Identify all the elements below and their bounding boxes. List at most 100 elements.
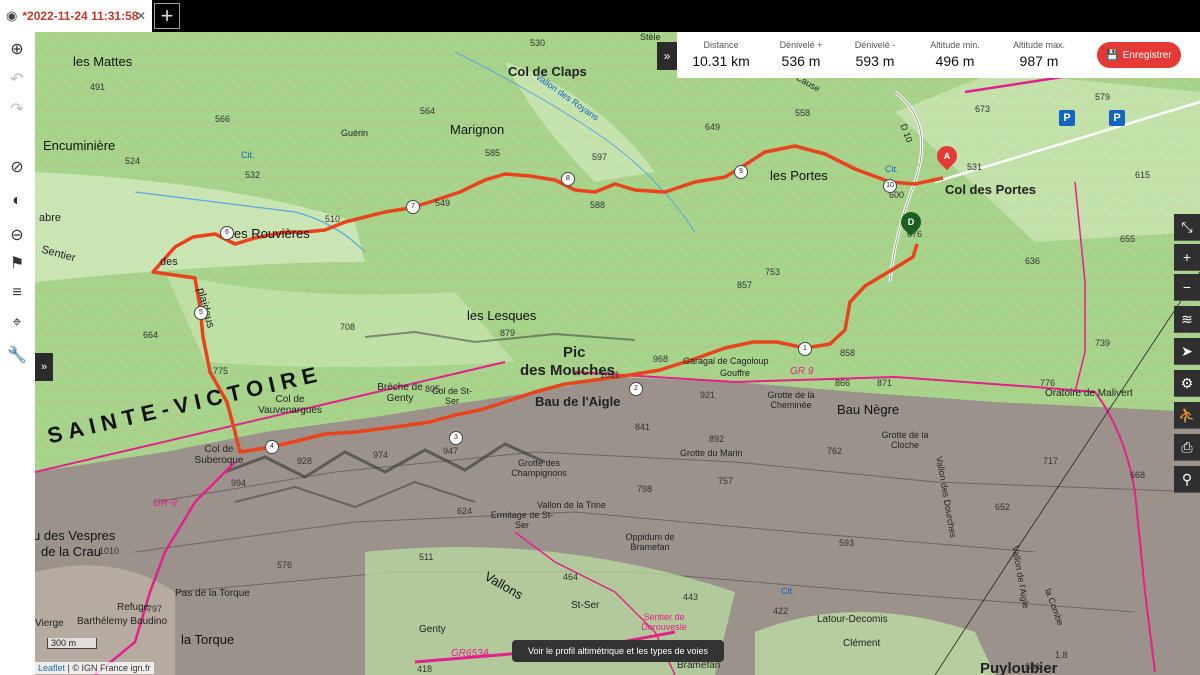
waypoint-marker[interactable]: 10 <box>883 179 897 193</box>
map-label: Guérin <box>341 128 369 138</box>
new-tab-button[interactable]: + <box>154 3 180 29</box>
expand-panel-button[interactable]: » <box>35 353 53 381</box>
collapse-stats-button[interactable]: » <box>657 42 677 70</box>
elevation-label: 652 <box>995 502 1011 512</box>
waypoint-marker[interactable]: 9 <box>734 165 748 179</box>
route-icon[interactable]: ⚑ <box>4 250 30 276</box>
map-label: Stèle <box>640 32 661 42</box>
elevation-label: 841 <box>635 422 651 432</box>
map-label: Cit. <box>885 164 899 174</box>
fullscreen-icon[interactable]: ⤡ <box>1174 214 1200 241</box>
map-view[interactable]: les Mattes Encuminière Marignon Col de C… <box>35 32 1200 675</box>
search-icon[interactable]: ⚲ <box>1174 466 1200 493</box>
map-attribution: Leaflet | © IGN France ign.fr <box>35 662 154 674</box>
elevation-profile-button[interactable]: Voir le profil altimétrique et les types… <box>512 640 724 662</box>
elevation-label: 753 <box>765 267 781 277</box>
stat-distance: Distance 10.31 km <box>692 40 750 69</box>
hide-icon[interactable]: ⊖ <box>4 222 30 248</box>
map-label: Pic <box>563 344 586 361</box>
document-tab[interactable]: ◉ *2022-11-24 11:31:58 ✕ <box>0 0 152 32</box>
waypoint-marker[interactable]: 3 <box>449 431 463 445</box>
stat-descent: Dénivelé -593 m <box>854 40 896 69</box>
elevation-label: 655 <box>1120 234 1136 244</box>
map-label: GR653A <box>451 648 490 659</box>
zoom-icon[interactable]: ⊕ <box>4 36 30 62</box>
elevation-label: 549 <box>435 198 451 208</box>
waypoint-marker[interactable]: 8 <box>561 172 575 186</box>
map-label: u des Vespres <box>35 528 116 543</box>
elevation-label: 797 <box>147 604 163 614</box>
elevation-label: 858 <box>840 348 856 358</box>
undo-icon[interactable]: ↶ <box>4 66 30 92</box>
locate-icon[interactable]: ➤ <box>1174 338 1200 365</box>
map-label: Puyloubier <box>980 660 1058 675</box>
elevation-label: 558 <box>795 108 811 118</box>
elevation-label: 668 <box>1130 470 1146 480</box>
map-label: Latour-Decomis <box>817 614 888 625</box>
elevation-label: 879 <box>500 328 516 338</box>
zoom-out-icon[interactable]: − <box>1174 274 1200 301</box>
map-label: les Rouvières <box>231 226 310 241</box>
eye-icon: ◉ <box>6 8 18 23</box>
wrench-icon[interactable]: 🔧 <box>4 342 30 368</box>
map-label: Vierge <box>35 618 64 629</box>
ign-attribution[interactable]: © IGN France ign.fr <box>72 663 150 673</box>
waypoint-marker[interactable]: 6 <box>220 226 234 240</box>
menu-icon[interactable]: ≡ <box>4 280 30 306</box>
stat-ascent: Dénivelé +536 m <box>779 40 823 69</box>
parking-icon[interactable]: P <box>1059 110 1075 126</box>
elevation-label: 805 <box>425 384 441 394</box>
map-label: la Torque <box>181 632 235 647</box>
waypoint-marker[interactable]: 2 <box>629 382 643 396</box>
parking-icon[interactable]: P <box>1109 110 1125 126</box>
elevation-label: 947 <box>443 446 459 456</box>
elevation-label: 636 <box>1025 256 1041 266</box>
map-label: les Mattes <box>73 54 133 69</box>
save-button[interactable]: 💾 Enregistrer <box>1097 42 1181 68</box>
map-label: Bau Nègre <box>837 402 900 417</box>
stat-alt-max: Altitude max. 987 m <box>1012 40 1066 69</box>
close-icon[interactable]: ✕ <box>136 9 146 23</box>
waypoint-marker[interactable]: 4 <box>265 440 279 454</box>
redo-icon[interactable]: ↷ <box>4 96 30 122</box>
map-label: GR 9 <box>790 366 814 377</box>
elevation-label: 994 <box>231 478 247 488</box>
browser-topbar: ◉ *2022-11-24 11:31:58 ✕ + <box>0 0 1200 32</box>
no-entry-icon[interactable]: ⊘ <box>4 154 30 180</box>
layers-icon[interactable]: ≋ <box>1174 306 1200 333</box>
hiker-icon[interactable]: ⛹ <box>1174 402 1200 429</box>
elevation-label: 1010 <box>99 546 120 556</box>
map-label: Col des Portes <box>945 182 1037 197</box>
elevation-label: 673 <box>975 104 991 114</box>
settings-icon[interactable]: ⚙ <box>1174 370 1200 397</box>
map-label: Encuminière <box>43 138 116 153</box>
map-label: des <box>160 256 178 268</box>
map-label: Gouffre <box>720 368 750 378</box>
elevation-label: 892 <box>709 434 725 444</box>
waypoint-marker[interactable]: 1 <box>798 342 812 356</box>
elevation-label: 579 <box>1095 92 1111 102</box>
waypoint-marker[interactable]: 7 <box>406 200 420 214</box>
leaflet-link[interactable]: Leaflet <box>38 663 65 673</box>
map-label: Cit. <box>781 586 795 596</box>
print-icon[interactable]: ⎙ <box>1174 434 1200 461</box>
elevation-label: 593 <box>839 538 855 548</box>
elevation-label: 564 <box>420 106 436 116</box>
elevation-label: 1.8 <box>1055 650 1068 660</box>
add-poi-icon[interactable]: ⌖ <box>4 310 30 336</box>
end-marker[interactable]: D <box>896 207 926 237</box>
elevation-label: 511 <box>419 552 434 562</box>
toggle-icon[interactable]: ◐ <box>4 188 30 214</box>
start-marker[interactable]: A <box>932 141 962 171</box>
map-label: Brèche de Genty <box>377 382 423 404</box>
elevation-label: 857 <box>737 280 753 290</box>
elevation-label: 664 <box>143 330 159 340</box>
elevation-label: 624 <box>457 506 473 516</box>
map-label: Clément <box>843 638 881 649</box>
waypoint-marker[interactable]: 5 <box>194 306 208 320</box>
elevation-label: 597 <box>592 152 608 162</box>
zoom-in-icon[interactable]: + <box>1174 244 1200 271</box>
map-label: Grotte de la Cloche <box>881 430 929 450</box>
elevation-label: 464 <box>563 572 579 582</box>
elevation-label: 974 <box>373 450 389 460</box>
